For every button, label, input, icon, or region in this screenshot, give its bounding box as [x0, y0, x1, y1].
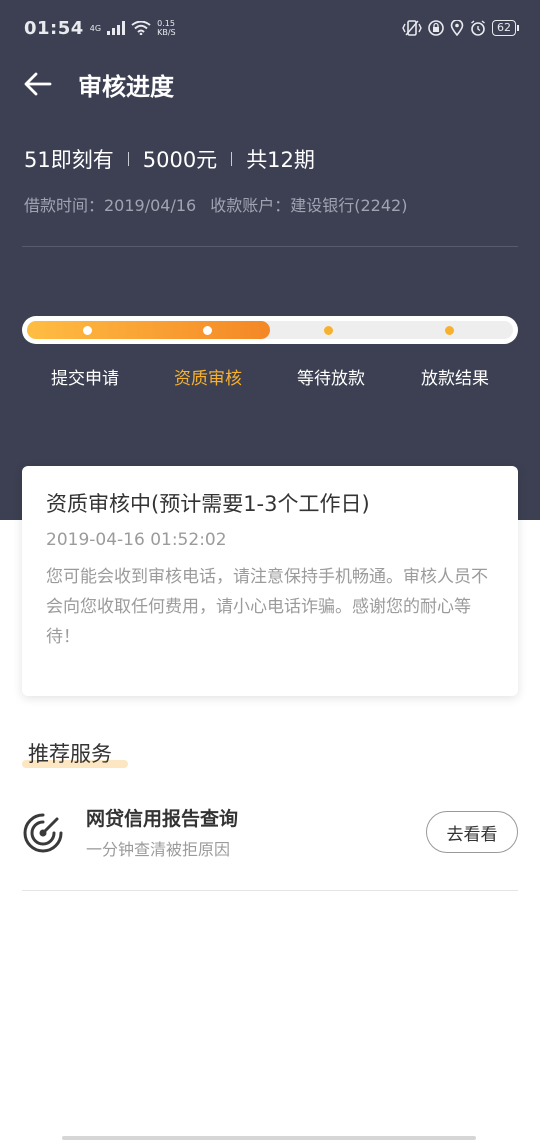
loan-periods: 共12期	[246, 148, 315, 172]
network-type: 4G	[89, 23, 102, 33]
back-arrow-icon	[24, 72, 52, 96]
step-labels: 提交申请 资质审核 等待放款 放款结果	[0, 364, 540, 389]
vibrate-icon	[402, 20, 422, 36]
step-label-waiting: 等待放款	[297, 369, 365, 389]
loan-summary: 51即刻有 5000元 共12期	[24, 144, 315, 174]
review-status-card: 资质审核中(预计需要1-3个工作日) 2019-04-16 01:52:02 您…	[22, 466, 518, 696]
network-speed: 0.15 KB/S	[157, 19, 176, 37]
service-divider	[22, 890, 518, 891]
progress-track	[27, 321, 513, 339]
loan-amount: 5000元	[142, 148, 218, 172]
step-dot-2	[202, 325, 212, 335]
home-indicator	[62, 1136, 476, 1140]
progress-bar	[22, 316, 518, 344]
step-label-review: 资质审核	[174, 369, 242, 389]
step-dot-1	[82, 325, 92, 335]
step-label-result: 放款结果	[421, 369, 489, 389]
summary-separator	[127, 152, 129, 166]
card-title: 资质审核中(预计需要1-3个工作日)	[46, 492, 370, 516]
radar-icon	[23, 813, 63, 853]
page-title: 审核进度	[78, 72, 174, 101]
service-subtitle: 一分钟查清被拒原因	[86, 840, 231, 859]
battery-indicator: 62	[492, 20, 519, 36]
card-message: 您可能会收到审核电话，请注意保持手机畅通。审核人员不会向您收取任何费用，请小心电…	[46, 567, 488, 647]
step-dot-3	[323, 325, 333, 335]
progress-fill	[27, 321, 270, 339]
borrow-time: 借款时间：2019/04/16	[24, 196, 197, 215]
summary-separator	[231, 152, 233, 166]
loan-product: 51即刻有	[24, 148, 114, 172]
back-button[interactable]	[22, 68, 54, 100]
app-bar: 审核进度	[0, 56, 540, 112]
alarm-icon	[471, 20, 485, 36]
signal-icon	[107, 21, 126, 35]
section-title: 推荐服务	[28, 742, 112, 766]
wifi-icon	[131, 21, 151, 35]
go-see-button[interactable]: 去看看	[426, 811, 518, 853]
service-title: 网贷信用报告查询	[86, 808, 239, 830]
card-timestamp: 2019-04-16 01:52:02	[46, 530, 227, 550]
step-label-submit: 提交申请	[51, 369, 119, 389]
service-item-credit-report[interactable]: 网贷信用报告查询 一分钟查清被拒原因 去看看	[22, 800, 518, 866]
step-dot-4	[444, 325, 454, 335]
receiving-account: 收款账户：建设银行(2242)	[210, 196, 408, 215]
status-bar: 01:54 4G 0.15 KB/S 62	[0, 0, 540, 56]
status-time: 01:54	[24, 17, 84, 39]
header-divider	[22, 246, 518, 247]
header-panel: 01:54 4G 0.15 KB/S 62 审核进度 51即刻有 5000元 共…	[0, 0, 540, 520]
location-icon	[450, 20, 464, 36]
lock-icon	[428, 20, 444, 36]
loan-meta: 借款时间：2019/04/16 收款账户：建设银行(2242)	[24, 192, 407, 216]
